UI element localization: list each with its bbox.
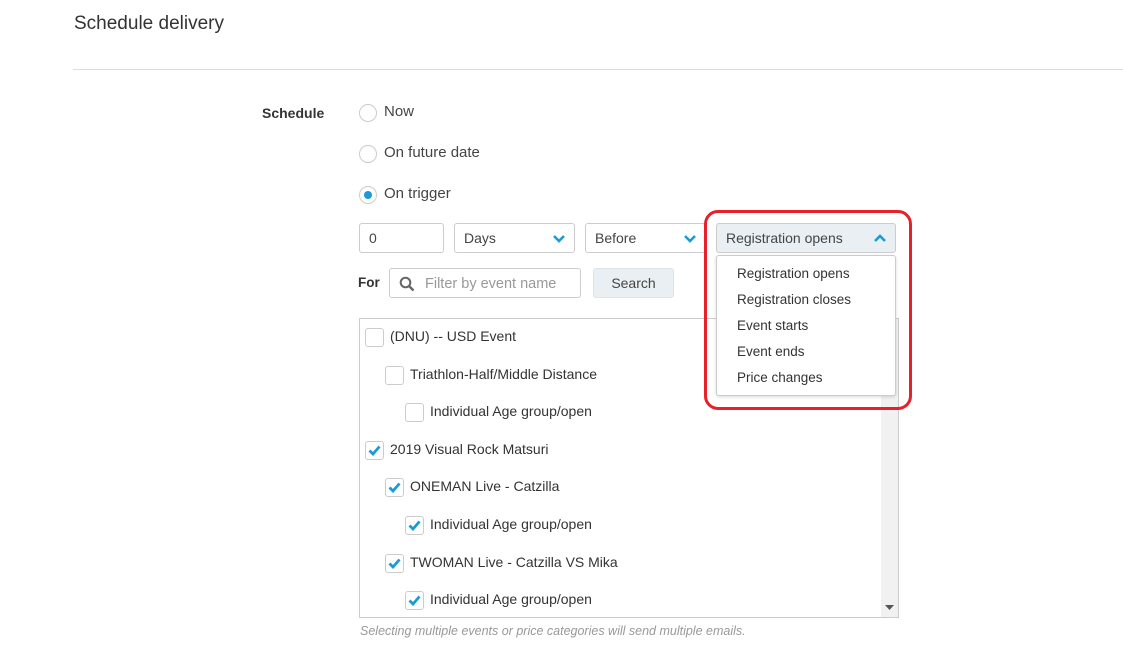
- dropdown-option[interactable]: Event ends: [737, 344, 805, 359]
- checkbox[interactable]: [365, 440, 384, 460]
- unit-select[interactable]: Days: [454, 223, 575, 253]
- checkbox[interactable]: [405, 403, 424, 423]
- radio-button[interactable]: [359, 186, 377, 204]
- schedule-option[interactable]: Now: [359, 103, 559, 123]
- dropdown-option[interactable]: Registration opens: [737, 266, 850, 281]
- checkbox[interactable]: [405, 516, 424, 535]
- unit-value: Days: [464, 230, 496, 246]
- checkmark-icon: [388, 558, 401, 569]
- event-list-item[interactable]: Individual Age group/open: [405, 590, 885, 611]
- search-icon: [399, 276, 415, 292]
- divider: [73, 69, 1123, 70]
- radio-label: Now: [384, 103, 415, 120]
- event-list-item[interactable]: Individual Age group/open: [405, 515, 885, 535]
- checkmark-icon: [408, 520, 421, 531]
- relation-select[interactable]: Before: [585, 223, 706, 253]
- event-label: Triathlon-Half/Middle Distance: [410, 365, 597, 382]
- filter-placeholder: Filter by event name: [425, 276, 557, 292]
- trigger-event-dropdown-menu: Registration opens Registration closes Eve…: [716, 255, 896, 396]
- event-label: ONEMAN Live - Catzilla: [410, 478, 560, 495]
- chevron-down-icon: [553, 235, 565, 243]
- event-label: Individual Age group/open: [430, 516, 592, 532]
- event-label: Individual Age group/open: [430, 591, 592, 608]
- multiple-emails-hint: Selecting multiple events or price categ…: [360, 624, 746, 638]
- dropdown-option[interactable]: Registration closes: [737, 292, 851, 307]
- event-label: (DNU) -- USD Event: [390, 328, 517, 344]
- scroll-down-arrow-icon[interactable]: [885, 605, 894, 611]
- chevron-down-icon: [684, 235, 696, 243]
- checkmark-icon: [408, 595, 421, 607]
- relation-value: Before: [595, 230, 637, 246]
- checkbox[interactable]: [385, 365, 404, 385]
- search-button[interactable]: Search: [593, 268, 674, 298]
- offset-amount-input[interactable]: 0: [359, 223, 444, 253]
- checkmark-icon: [388, 482, 401, 494]
- chevron-up-icon: [874, 234, 886, 242]
- page-title: Schedule delivery: [74, 13, 224, 34]
- event-label: Individual Age group/open: [430, 403, 592, 420]
- event-list-item[interactable]: 2019 Visual Rock Matsuri: [365, 440, 845, 460]
- event-label: TWOMAN Live - Catzilla VS Mika: [410, 553, 618, 570]
- radio-label: On future date: [384, 144, 480, 161]
- trigger-event-value: Registration opens: [726, 230, 843, 246]
- checkbox[interactable]: [385, 478, 404, 498]
- trigger-event-select[interactable]: Registration opens: [716, 223, 896, 253]
- dropdown-option[interactable]: Event starts: [737, 318, 808, 333]
- radio-label: On trigger: [384, 185, 451, 202]
- event-list-item[interactable]: Individual Age group/open: [405, 402, 885, 423]
- event-list-item[interactable]: ONEMAN Live - Catzilla: [385, 477, 865, 498]
- checkbox[interactable]: [365, 328, 384, 347]
- event-filter-input[interactable]: Filter by event name: [389, 268, 581, 298]
- radio-button[interactable]: [359, 104, 377, 122]
- schedule-option[interactable]: On future date: [359, 144, 559, 164]
- event-label: 2019 Visual Rock Matsuri: [390, 440, 549, 457]
- checkbox[interactable]: [385, 553, 404, 573]
- schedule-label: Schedule: [262, 105, 325, 121]
- radio-button[interactable]: [359, 145, 377, 163]
- checkmark-icon: [368, 445, 381, 456]
- dropdown-option[interactable]: Price changes: [737, 370, 823, 385]
- schedule-option[interactable]: On trigger: [359, 185, 559, 205]
- checkbox[interactable]: [405, 591, 424, 611]
- for-label: For: [358, 275, 380, 290]
- event-list-item[interactable]: TWOMAN Live - Catzilla VS Mika: [385, 553, 865, 573]
